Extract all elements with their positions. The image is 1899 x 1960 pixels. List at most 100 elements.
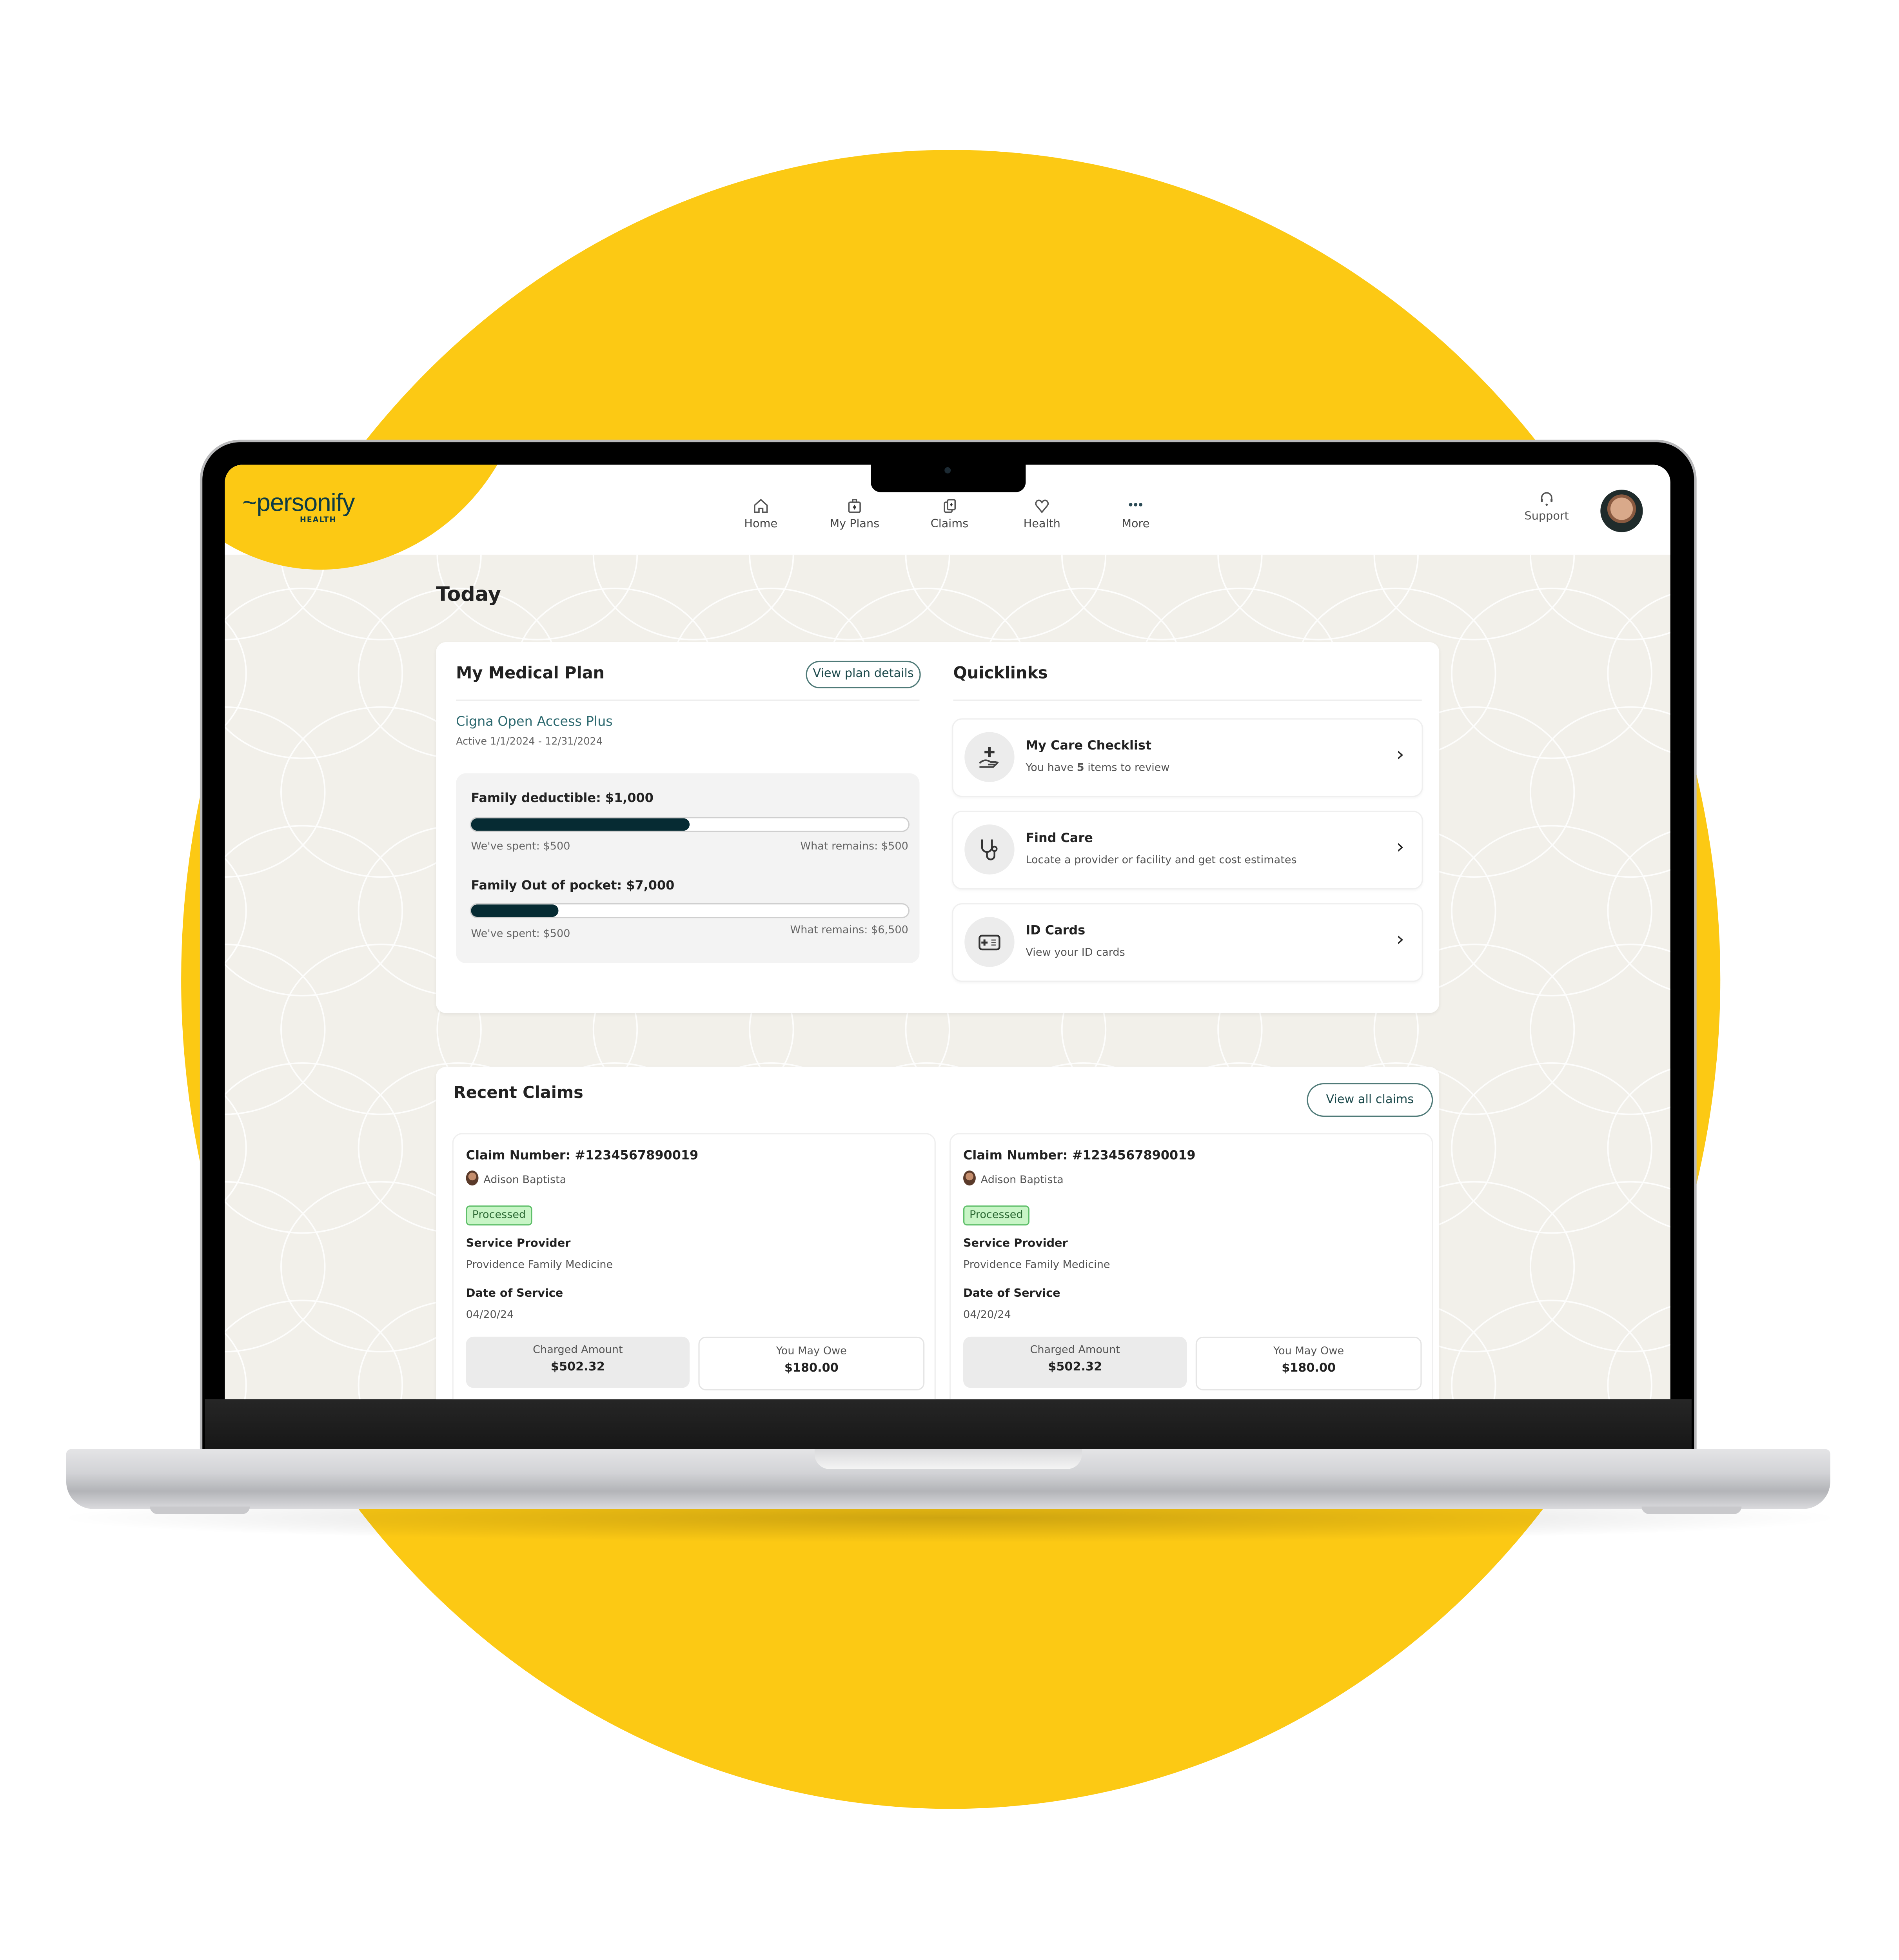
you-may-owe-box: You May Owe $180.00 bbox=[698, 1336, 925, 1390]
pattern-ring bbox=[225, 588, 403, 759]
accumulators-panel: Family deductible: $1,000 We've spent: $… bbox=[456, 773, 920, 964]
charged-amount-value: $502.32 bbox=[1048, 1360, 1102, 1374]
out-of-pocket-remaining: What remains: $6,500 bbox=[790, 924, 908, 937]
recent-claims-card: Recent Claims View all claims Claim Numb… bbox=[436, 1067, 1440, 1399]
app-screen: ~personify HEALTH Home My Plans Claims H… bbox=[225, 465, 1670, 1399]
quicklink-title: ID Cards bbox=[1026, 924, 1086, 938]
quicklink-care-checklist[interactable]: My Care Checklist You have 5 items to re… bbox=[952, 718, 1423, 797]
charged-amount-label: Charged Amount bbox=[1030, 1344, 1120, 1357]
pattern-ring bbox=[225, 857, 247, 964]
provider-value: Providence Family Medicine bbox=[963, 1259, 1110, 1272]
more-dots-icon bbox=[1129, 503, 1143, 506]
pattern-ring bbox=[1607, 1068, 1670, 1228]
quicklink-icon-circle bbox=[964, 917, 1015, 967]
chevron-right-icon: › bbox=[1396, 742, 1404, 766]
you-may-owe-box: You May Owe $180.00 bbox=[1195, 1336, 1422, 1390]
home-icon bbox=[754, 499, 768, 513]
deductible-label: Family deductible: $1,000 bbox=[471, 792, 654, 806]
nav-health-label: Health bbox=[1023, 518, 1060, 531]
claim-member: Adison Baptista bbox=[963, 1171, 1064, 1187]
view-all-claims-button[interactable]: View all claims bbox=[1307, 1083, 1433, 1117]
plan-name-link[interactable]: Cigna Open Access Plus bbox=[456, 715, 613, 730]
pattern-ring bbox=[1529, 554, 1670, 641]
marketing-stage: ~personify HEALTH Home My Plans Claims H… bbox=[0, 0, 1899, 1960]
chevron-right-icon: › bbox=[1396, 834, 1404, 858]
laptop-foot-left bbox=[150, 1506, 250, 1514]
nav-claims-label: Claims bbox=[930, 518, 969, 531]
logo-wordmark: ~personify bbox=[242, 490, 355, 517]
deductible-spent: We've spent: $500 bbox=[471, 840, 570, 853]
claims-documents-icon bbox=[944, 499, 956, 513]
view-plan-details-button[interactable]: View plan details bbox=[806, 661, 921, 688]
pattern-ring bbox=[1451, 1299, 1652, 1399]
nav-health[interactable]: Health bbox=[1004, 497, 1079, 531]
member-avatar bbox=[963, 1171, 976, 1186]
subtitle-suffix: items to review bbox=[1084, 762, 1170, 775]
subtitle-prefix: You have bbox=[1026, 762, 1077, 775]
claim-card[interactable]: Claim Number: #1234567890019 Adison Bapt… bbox=[949, 1133, 1433, 1399]
deductible-remaining: What remains: $500 bbox=[800, 840, 908, 853]
you-may-owe-label: You May Owe bbox=[1273, 1345, 1344, 1358]
quicklink-id-cards[interactable]: ID Cards View your ID cards › bbox=[952, 903, 1423, 982]
nav-home[interactable]: Home bbox=[723, 497, 798, 531]
provider-label: Service Provider bbox=[963, 1238, 1068, 1250]
quicklink-subtitle: View your ID cards bbox=[1026, 947, 1125, 960]
charged-amount-box: Charged Amount $502.32 bbox=[466, 1336, 690, 1388]
medical-plan-heading: My Medical Plan bbox=[456, 664, 605, 684]
quicklink-icon-circle bbox=[964, 824, 1015, 875]
recent-claims-heading: Recent Claims bbox=[453, 1084, 583, 1103]
laptop-chin bbox=[205, 1399, 1692, 1452]
date-label: Date of Service bbox=[466, 1288, 563, 1301]
nav-claims[interactable]: Claims bbox=[912, 497, 987, 531]
stethoscope-icon bbox=[981, 839, 998, 860]
charged-amount-box: Charged Amount $502.32 bbox=[963, 1336, 1187, 1388]
quicklink-find-care[interactable]: Find Care Locate a provider or facility … bbox=[952, 811, 1423, 890]
date-label: Date of Service bbox=[963, 1288, 1060, 1301]
pattern-ring bbox=[1607, 831, 1670, 991]
nav-my-plans[interactable]: My Plans bbox=[817, 497, 892, 531]
status-badge-wrap: Processed bbox=[466, 1199, 532, 1226]
pattern-ring bbox=[1607, 1306, 1670, 1399]
laptop-opening-notch bbox=[814, 1449, 1082, 1469]
deductible-progress-fill bbox=[471, 818, 690, 831]
laptop-foot-right bbox=[1641, 1506, 1742, 1514]
out-of-pocket-spent: We've spent: $500 bbox=[471, 928, 570, 941]
page-title: Today bbox=[436, 582, 501, 606]
charged-amount-value: $502.32 bbox=[550, 1360, 605, 1374]
nav-more[interactable]: More bbox=[1098, 497, 1173, 531]
hand-with-cross-icon bbox=[979, 747, 999, 768]
logo-subname: HEALTH bbox=[300, 516, 337, 525]
pattern-ring bbox=[225, 620, 247, 727]
quicklink-subtitle: You have 5 items to review bbox=[1026, 762, 1169, 775]
plan-overview-card: My Medical Plan View plan details Cigna … bbox=[436, 642, 1440, 1013]
member-name: Adison Baptista bbox=[980, 1174, 1064, 1187]
medical-bag-icon bbox=[848, 499, 861, 513]
plan-divider bbox=[456, 699, 920, 701]
you-may-owe-value: $180.00 bbox=[784, 1361, 839, 1376]
member-name: Adison Baptista bbox=[483, 1174, 566, 1187]
personify-health-logo[interactable]: ~personify HEALTH bbox=[242, 490, 355, 524]
status-badge: Processed bbox=[963, 1205, 1029, 1226]
quicklinks-divider bbox=[953, 699, 1422, 701]
heart-icon bbox=[1035, 499, 1049, 514]
pattern-ring bbox=[225, 1094, 247, 1201]
you-may-owe-value: $180.00 bbox=[1282, 1361, 1336, 1376]
out-of-pocket-label: Family Out of pocket: $7,000 bbox=[471, 879, 675, 893]
support-label: Support bbox=[1524, 511, 1569, 524]
pattern-ring bbox=[1451, 588, 1652, 759]
claim-member: Adison Baptista bbox=[466, 1171, 566, 1187]
support-button[interactable]: Support bbox=[1509, 490, 1584, 523]
date-value: 04/20/24 bbox=[466, 1309, 514, 1322]
provider-value: Providence Family Medicine bbox=[466, 1259, 613, 1272]
claim-card[interactable]: Claim Number: #1234567890019 Adison Bapt… bbox=[452, 1133, 936, 1399]
quicklink-icon-circle bbox=[964, 732, 1015, 782]
pattern-ring bbox=[225, 1062, 403, 1234]
provider-label: Service Provider bbox=[466, 1238, 571, 1250]
headset-icon bbox=[1541, 492, 1553, 506]
quicklink-title: My Care Checklist bbox=[1026, 739, 1152, 753]
pattern-ring bbox=[1451, 825, 1652, 996]
user-avatar[interactable] bbox=[1600, 490, 1643, 532]
out-of-pocket-progress-bar bbox=[470, 903, 910, 918]
chevron-right-icon: › bbox=[1396, 927, 1404, 951]
you-may-owe-label: You May Owe bbox=[776, 1345, 847, 1358]
